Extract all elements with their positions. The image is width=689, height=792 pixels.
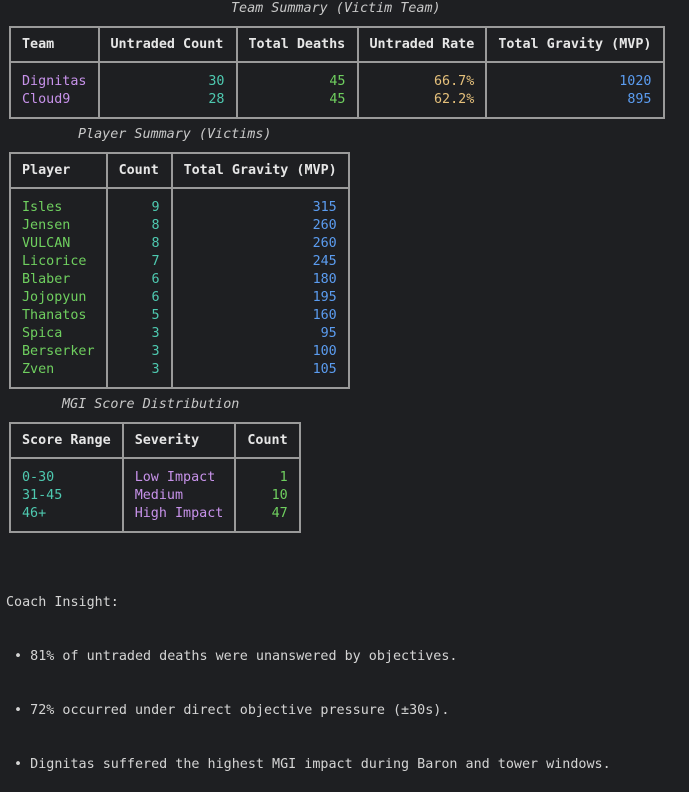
player-gravity: 100 xyxy=(170,343,350,361)
coach-insight-title: Coach Insight: xyxy=(6,595,119,610)
table-row: Blaber 6 180 xyxy=(9,271,350,289)
column-header: Severity xyxy=(121,422,237,459)
table-row: Spica 3 95 xyxy=(9,325,350,343)
team-name: Cloud9 xyxy=(9,91,100,118)
player-gravity: 260 xyxy=(170,235,350,253)
player-name: Licorice xyxy=(9,253,108,271)
table-row: Jensen 8 260 xyxy=(9,217,350,235)
insight-bullet: • 72% occurred under direct objective pr… xyxy=(6,703,450,718)
count: 10 xyxy=(234,487,301,505)
column-header: Untraded Count xyxy=(97,26,238,63)
player-count: 8 xyxy=(105,217,173,235)
table-row: 46+ High Impact 47 xyxy=(9,505,301,532)
severity: High Impact xyxy=(121,505,237,532)
player-name: Isles xyxy=(9,188,108,217)
table-row: Zven 3 105 xyxy=(9,361,350,388)
player-gravity: 105 xyxy=(170,361,350,388)
team-summary-table: Team Untraded Count Total Deaths Untrade… xyxy=(9,26,665,119)
total-deaths: 45 xyxy=(235,62,359,91)
table-row: Dignitas 30 45 66.7% 1020 xyxy=(9,62,665,91)
total-gravity: 1020 xyxy=(485,62,665,91)
column-header: Count xyxy=(234,422,301,459)
table-row: Isles 9 315 xyxy=(9,188,350,217)
count: 1 xyxy=(234,458,301,487)
player-count: 3 xyxy=(105,343,173,361)
column-header: Score Range xyxy=(9,422,124,459)
player-name: Thanatos xyxy=(9,307,108,325)
player-count: 7 xyxy=(105,253,173,271)
player-gravity: 95 xyxy=(170,325,350,343)
table-row: 0-30 Low Impact 1 xyxy=(9,458,301,487)
player-name: Zven xyxy=(9,361,108,388)
score-range: 0-30 xyxy=(9,458,124,487)
untraded-rate: 62.2% xyxy=(356,91,488,118)
player-gravity: 315 xyxy=(170,188,350,217)
player-count: 6 xyxy=(105,289,173,307)
player-gravity: 260 xyxy=(170,217,350,235)
untraded-rate: 66.7% xyxy=(356,62,488,91)
insight-bullet: • Dignitas suffered the highest MGI impa… xyxy=(6,757,611,772)
severity: Medium xyxy=(121,487,237,505)
player-name: Jojopyun xyxy=(9,289,108,307)
column-header: Team xyxy=(9,26,100,63)
table-row: Licorice 7 245 xyxy=(9,253,350,271)
player-count: 5 xyxy=(105,307,173,325)
coach-insight: Coach Insight: • 81% of untraded deaths … xyxy=(6,558,611,792)
player-count: 3 xyxy=(105,325,173,343)
column-header: Count xyxy=(105,152,173,189)
player-count: 9 xyxy=(105,188,173,217)
table-row: Thanatos 5 160 xyxy=(9,307,350,325)
player-name: Spica xyxy=(9,325,108,343)
player-count: 6 xyxy=(105,271,173,289)
mgi-distribution-caption: MGI Score Distribution xyxy=(62,397,240,412)
untraded-count: 28 xyxy=(97,91,238,118)
team-summary-caption: Team Summary (Victim Team) xyxy=(231,1,441,16)
column-header: Total Gravity (MVP) xyxy=(485,26,665,63)
column-header: Untraded Rate xyxy=(356,26,488,63)
column-header: Total Gravity (MVP) xyxy=(170,152,350,189)
insight-bullet: • 81% of untraded deaths were unanswered… xyxy=(6,649,458,664)
table-row: Jojopyun 6 195 xyxy=(9,289,350,307)
total-gravity: 895 xyxy=(485,91,665,118)
player-summary-caption: Player Summary (Victims) xyxy=(78,127,272,142)
mgi-distribution-table: Score Range Severity Count 0-30 Low Impa… xyxy=(9,422,301,533)
table-row: 31-45 Medium 10 xyxy=(9,487,301,505)
player-count: 8 xyxy=(105,235,173,253)
table-row: Cloud9 28 45 62.2% 895 xyxy=(9,91,665,118)
player-summary-table: Player Count Total Gravity (MVP) Isles 9 3… xyxy=(9,152,350,389)
player-gravity: 180 xyxy=(170,271,350,289)
player-gravity: 195 xyxy=(170,289,350,307)
table-row: Berserker 3 100 xyxy=(9,343,350,361)
player-name: Blaber xyxy=(9,271,108,289)
player-count: 3 xyxy=(105,361,173,388)
player-name: Jensen xyxy=(9,217,108,235)
team-name: Dignitas xyxy=(9,62,100,91)
total-deaths: 45 xyxy=(235,91,359,118)
column-header: Total Deaths xyxy=(235,26,359,63)
column-header: Player xyxy=(9,152,108,189)
severity: Low Impact xyxy=(121,458,237,487)
player-name: Berserker xyxy=(9,343,108,361)
player-name: VULCAN xyxy=(9,235,108,253)
score-range: 31-45 xyxy=(9,487,124,505)
untraded-count: 30 xyxy=(97,62,238,91)
table-row: VULCAN 8 260 xyxy=(9,235,350,253)
count: 47 xyxy=(234,505,301,532)
score-range: 46+ xyxy=(9,505,124,532)
player-gravity: 160 xyxy=(170,307,350,325)
player-gravity: 245 xyxy=(170,253,350,271)
